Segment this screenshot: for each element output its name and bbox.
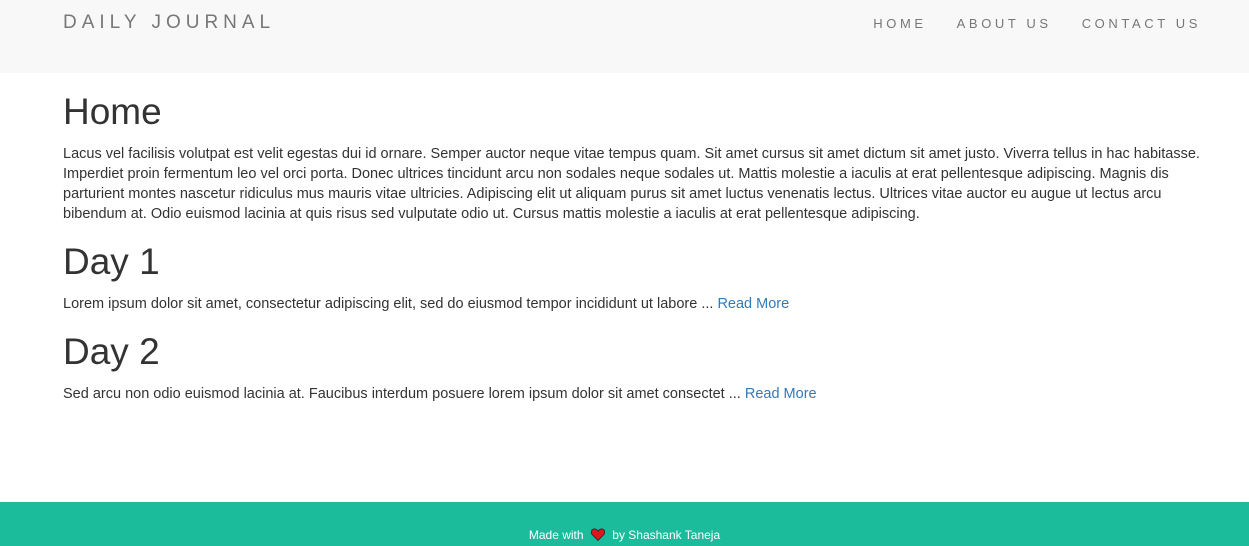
post-excerpt: Lorem ipsum dolor sit amet, consectetur … [63,294,1203,314]
nav-item-contact: CONTACT US [1052,16,1201,32]
read-more-link[interactable]: Read More [717,296,789,312]
main-content: Home Lacus vel facilisis volutpat est ve… [63,90,1203,404]
post-day-1: Day 1 Lorem ipsum dolor sit amet, consec… [63,240,1203,314]
nav-item-about: ABOUT US [927,16,1052,32]
post-title: Day 1 [63,241,160,282]
heart-icon [590,528,606,544]
nav-link-contact-us[interactable]: CONTACT US [1082,16,1201,32]
home-text: Lacus vel facilisis volutpat est velit e… [63,146,1200,222]
nav-link-about-us[interactable]: ABOUT US [957,16,1052,32]
post-excerpt-text: Lorem ipsum dolor sit amet, consectetur … [63,296,718,312]
post-title: Day 2 [63,331,160,372]
footer: Made with by Shashank Taneja [0,502,1249,546]
nav-item-home: HOME [843,16,926,32]
footer-prefix: Made with [528,528,584,542]
navbar: DAILY JOURNAL HOME ABOUT US CONTACT US [0,0,1249,73]
read-more-link[interactable]: Read More [745,386,817,402]
page-title: Home [63,91,162,132]
brand-link[interactable]: DAILY JOURNAL [63,12,275,34]
footer-suffix: by Shashank Taneja [612,528,721,542]
nav-links: HOME ABOUT US CONTACT US [843,16,1201,32]
post-excerpt-text: Sed arcu non odio euismod lacinia at. Fa… [63,386,745,402]
post-day-2: Day 2 Sed arcu non odio euismod lacinia … [63,330,1203,404]
post-excerpt: Sed arcu non odio euismod lacinia at. Fa… [63,384,1203,404]
nav-link-home[interactable]: HOME [873,16,926,32]
